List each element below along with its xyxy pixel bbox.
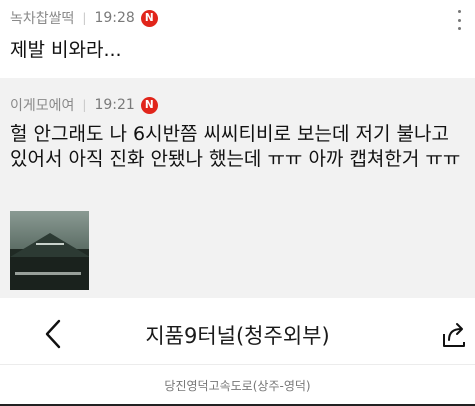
meta-separator: | <box>82 11 87 25</box>
comment-time: 19:28 <box>94 10 135 26</box>
more-options-icon[interactable] <box>453 10 465 30</box>
divider <box>0 364 475 365</box>
share-icon[interactable] <box>441 320 467 348</box>
comment-time: 19:21 <box>94 97 135 113</box>
new-badge: N <box>140 96 158 114</box>
comment-author[interactable]: 녹차찹쌀떡 <box>10 8 74 28</box>
cctv-viewer-header: 지품9터널(청주외부) 당진영덕고속도로(상주-영덕) <box>0 298 475 406</box>
comment-text: 헐 안그래도 나 6시반쯤 씨씨티비로 보는데 저기 불나고있어서 아직 진화 … <box>10 123 461 170</box>
comment-text: 제발 비와라... <box>10 39 122 61</box>
comment-item: 녹차찹쌀떡 | 19:28 N 제발 비와라... <box>0 0 475 78</box>
comment-item: 이게모에여 | 19:21 N 헐 안그래도 나 6시반쯤 씨씨티비로 보는데 … <box>0 78 475 298</box>
new-badge: N <box>140 9 158 27</box>
road-name: 당진영덕고속도로(상주-영덕) <box>164 379 311 393</box>
cctv-title: 지품9터널(청주외부) <box>145 324 330 348</box>
comment-meta: 이게모에여 | 19:21 N <box>10 95 158 115</box>
attached-image-thumbnail[interactable] <box>10 211 89 290</box>
meta-separator: | <box>82 98 87 112</box>
comment-meta: 녹차찹쌀떡 | 19:28 N <box>10 8 158 28</box>
comment-author[interactable]: 이게모에여 <box>10 95 74 115</box>
